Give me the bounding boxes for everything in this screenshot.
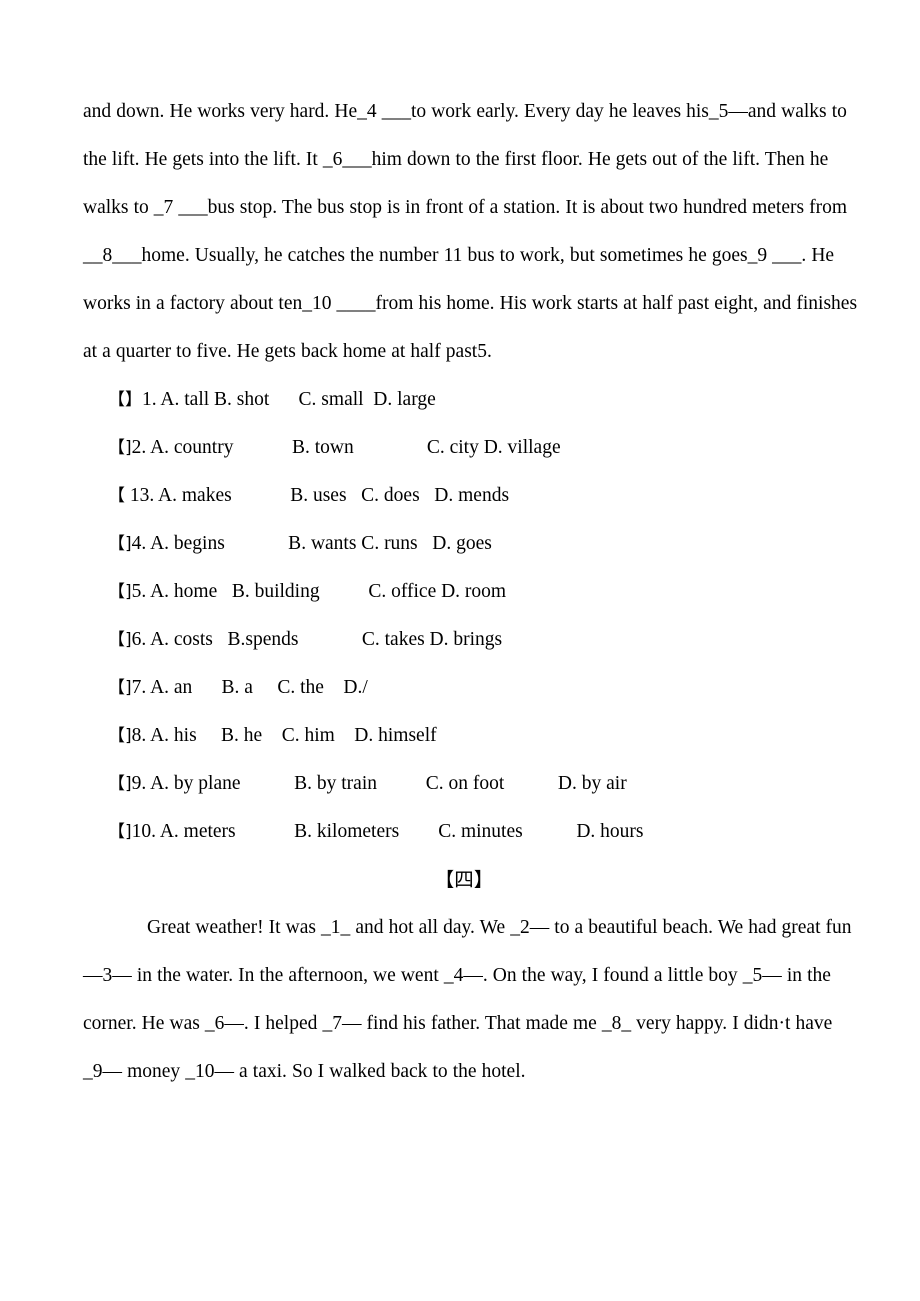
passage-two-line: Great weather! It was _1_ and hot all da… — [147, 917, 852, 938]
answer-bracket-right[interactable]: ] — [125, 822, 132, 842]
answer-bracket-left[interactable]: 【 — [108, 582, 125, 602]
option-row-text: 5. A. home B. building C. office D. room — [131, 581, 507, 602]
option-row-text: 13. A. makes B. uses C. does D. mends — [125, 485, 510, 506]
passage-one-line: walks to _7 ___bus stop. The bus stop is… — [83, 197, 848, 218]
passage-one-line: __8___home. Usually, he catches the numb… — [83, 245, 835, 266]
option-row[interactable]: 【]6. A. costs B.spends C. takes D. bring… — [83, 616, 837, 664]
option-row[interactable]: 【]4. A. begins B. wants C. runs D. goes — [83, 520, 837, 568]
answer-bracket-right[interactable]: ] — [125, 630, 132, 650]
answer-bracket-left[interactable]: 【 — [108, 678, 125, 698]
section-heading: 【四】 — [83, 856, 837, 904]
answer-bracket-left[interactable]: 【 — [108, 630, 125, 650]
answer-bracket-right[interactable]: 】 — [125, 390, 142, 410]
answer-bracket-right[interactable]: ] — [125, 774, 132, 794]
option-row-text: 9. A. by plane B. by train C. on foot D.… — [131, 773, 627, 794]
passage-one-line: works in a factory about ten_10 ____from… — [83, 293, 858, 314]
section-heading-label: 【四】 — [434, 868, 494, 891]
answer-bracket-right[interactable]: ] — [125, 678, 132, 698]
option-row-text: 8. A. his B. he C. him D. himself — [131, 725, 437, 746]
answer-bracket-right[interactable]: ] — [125, 534, 132, 554]
answer-bracket-left[interactable]: 【 — [108, 438, 125, 458]
passage-one-line: the lift. He gets into the lift. It _6__… — [83, 149, 829, 170]
option-row-text: 1. A. tall B. shot C. small D. large — [142, 389, 436, 410]
option-row[interactable]: 【]10. A. meters B. kilometers C. minutes… — [83, 808, 837, 856]
option-row-text: 10. A. meters B. kilometers C. minutes D… — [131, 821, 644, 842]
page-content: and down. He works very hard. He_4 ___to… — [83, 88, 858, 1096]
option-row-text: 7. A. an B. a C. the D./ — [131, 677, 368, 698]
passage-one-line: at a quarter to five. He gets back home … — [83, 341, 492, 362]
answer-bracket-left[interactable]: 【 — [108, 774, 125, 794]
option-row-text: 6. A. costs B.spends C. takes D. brings — [131, 629, 503, 650]
answer-bracket-left[interactable]: 【 — [108, 534, 125, 554]
option-row[interactable]: 【】1. A. tall B. shot C. small D. large — [83, 376, 837, 424]
answer-bracket-right[interactable]: ] — [125, 726, 132, 746]
option-row-text: 4. A. begins B. wants C. runs D. goes — [131, 533, 492, 554]
answer-bracket-right[interactable]: ] — [125, 438, 132, 458]
option-row[interactable]: 【 13. A. makes B. uses C. does D. mends — [83, 472, 837, 520]
answer-bracket-right[interactable]: ] — [125, 582, 132, 602]
passage-one-line: and down. He works very hard. He_4 ___to… — [83, 101, 847, 122]
answer-bracket-left[interactable]: 【 — [108, 726, 125, 746]
options-list: 【】1. A. tall B. shot C. small D. large 【… — [83, 376, 837, 856]
option-row[interactable]: 【]9. A. by plane B. by train C. on foot … — [83, 760, 837, 808]
worksheet-page: and down. He works very hard. He_4 ___to… — [0, 0, 920, 1301]
passage-two: Great weather! It was _1_ and hot all da… — [83, 904, 852, 1096]
passage-two-line: corner. He was _6—. I helped _7— find hi… — [83, 1013, 833, 1034]
answer-bracket-left[interactable]: 【 — [108, 822, 125, 842]
answer-bracket-left[interactable]: 【 — [108, 390, 125, 410]
passage-two-line: —3— in the water. In the afternoon, we w… — [83, 965, 831, 986]
option-row[interactable]: 【]2. A. country B. town C. city D. villa… — [83, 424, 837, 472]
option-row[interactable]: 【]8. A. his B. he C. him D. himself — [83, 712, 837, 760]
passage-one: and down. He works very hard. He_4 ___to… — [83, 88, 858, 376]
passage-two-line: _9— money _10— a taxi. So I walked back … — [83, 1061, 526, 1082]
answer-bracket-left[interactable]: 【 — [108, 486, 125, 506]
option-row[interactable]: 【]5. A. home B. building C. office D. ro… — [83, 568, 837, 616]
option-row[interactable]: 【]7. A. an B. a C. the D./ — [83, 664, 837, 712]
option-row-text: 2. A. country B. town C. city D. village — [131, 437, 561, 458]
